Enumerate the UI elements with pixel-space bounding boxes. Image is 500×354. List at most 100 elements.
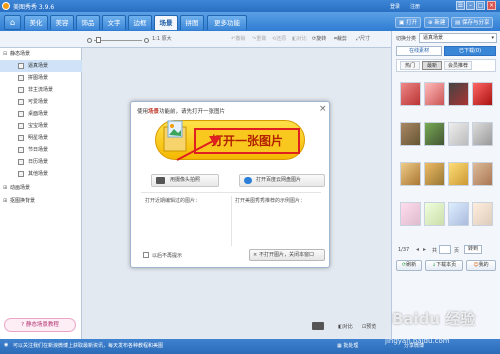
sidebar-item-cute[interactable]: 可爱场景 — [0, 96, 82, 108]
zoom-in-icon[interactable] — [144, 38, 149, 43]
login-link[interactable]: 登录 — [390, 3, 400, 10]
page-input[interactable] — [439, 245, 451, 254]
my-materials-label: 我的 — [478, 262, 489, 268]
open-button[interactable]: ▣ 打开 — [395, 17, 421, 28]
tab-downloaded[interactable]: 已下载(0) — [444, 46, 496, 56]
material-thumbnail[interactable] — [424, 122, 445, 146]
close-icon[interactable]: × — [487, 1, 496, 10]
rotate-button[interactable]: ⟳旋转 — [312, 35, 326, 44]
home-icon[interactable]: ⌂ — [4, 15, 21, 30]
dialog-close-icon[interactable]: × — [319, 104, 327, 114]
material-thumbnail[interactable] — [448, 122, 469, 146]
material-thumbnail[interactable] — [400, 202, 421, 226]
material-thumbnail[interactable] — [424, 162, 445, 186]
recent-images-label: 打开近期编辑过的图片： — [145, 198, 201, 204]
tutorial-icon: ? — [21, 322, 25, 328]
sidebar-item-label: 日历场景 — [28, 159, 49, 165]
batch-process-button[interactable]: ▦ 批处理 — [337, 342, 358, 349]
material-thumbnail[interactable] — [472, 202, 493, 226]
weibo-icon: ◉ — [4, 342, 9, 348]
category-cutout-background[interactable]: ⊞ 抠图换背景 — [0, 195, 82, 207]
save-share-button[interactable]: ▤ 保存与分享 — [451, 17, 494, 28]
maximize-icon[interactable]: □ — [476, 1, 485, 10]
register-link[interactable]: 注册 — [410, 3, 420, 10]
download-page-button[interactable]: ↓下载本页 — [425, 260, 463, 271]
material-thumbnail[interactable] — [472, 122, 493, 146]
next-page-icon[interactable]: ▸ — [423, 246, 426, 253]
sidebar-item-desktop[interactable]: 桌面场景 — [0, 108, 82, 120]
compare-button[interactable]: ◧对比 — [292, 35, 307, 44]
sidebar-item-calendar[interactable]: 日历场景 — [0, 156, 82, 168]
zoom-slider[interactable] — [94, 40, 142, 41]
material-thumbnail[interactable] — [448, 202, 469, 226]
plus-icon: ⊕ — [428, 20, 433, 26]
material-thumbnail[interactable] — [400, 162, 421, 186]
crop-button[interactable]: ⌗裁剪 — [334, 35, 347, 44]
material-thumbnail[interactable] — [472, 162, 493, 186]
prev-page-icon[interactable]: ◂ — [416, 246, 419, 253]
no-open-close-button[interactable]: × 不打开图片，关闭本窗口 — [249, 249, 325, 261]
go-page-button[interactable]: 转到 — [464, 245, 482, 254]
sidebar-item-star[interactable]: 明星场景 — [0, 132, 82, 144]
subtab-vip[interactable]: 会员推荐 — [444, 61, 472, 70]
material-thumbnail[interactable] — [472, 82, 493, 106]
tab-scene[interactable]: 场景 — [154, 15, 178, 30]
baidu-cloud-label: 打开百度云网盘图片 — [256, 177, 302, 183]
no-show-checkbox[interactable] — [143, 252, 149, 258]
sidebar-item-baby[interactable]: 宝宝场景 — [0, 120, 82, 132]
status-text[interactable]: 可以关注我们在新浪微博上获取最新资讯，每天发布各种教程和美图 — [13, 342, 163, 349]
reset-button[interactable]: ⟲还原 — [272, 35, 286, 44]
tab-text[interactable]: 文字 — [102, 15, 126, 30]
subtab-new[interactable]: 最新 — [422, 61, 442, 70]
size-button[interactable]: ⤢尺寸 — [356, 35, 370, 44]
sidebar-item-label: 节日场景 — [28, 147, 49, 153]
tutorial-button[interactable]: ? 静态场景教程 — [4, 318, 76, 332]
subtab-hot[interactable]: 热门 — [400, 61, 420, 70]
zoom-out-icon[interactable] — [87, 38, 92, 43]
expand-icon: ⊞ — [3, 198, 8, 204]
my-materials-button[interactable]: ☺我的 — [466, 260, 496, 271]
camera-label: 用摄像头拍照 — [170, 177, 201, 183]
camera-button[interactable]: 用摄像头拍照 — [151, 174, 219, 187]
tab-decoration[interactable]: 饰品 — [76, 15, 100, 30]
size-label: 尺寸 — [360, 36, 371, 42]
sidebar-item-collage[interactable]: 拼图场景 — [0, 72, 82, 84]
tab-online-materials[interactable]: 在线素材 — [396, 46, 442, 56]
tab-beautify[interactable]: 美化 — [24, 15, 48, 30]
new-label: 新建 — [434, 20, 446, 26]
material-thumbnail[interactable] — [448, 162, 469, 186]
canvas-compare-button[interactable]: ◧对比 — [338, 323, 353, 330]
red-arrow-annotation — [176, 136, 221, 161]
watermark-logo-text: Baidu 经验 — [392, 310, 476, 328]
hint-suffix: 功能前，请先打开一张图片 — [159, 109, 226, 115]
tab-border[interactable]: 边框 — [128, 15, 152, 30]
minimize-icon[interactable]: – — [466, 1, 475, 10]
canvas-preview-button[interactable]: ⊡预览 — [362, 323, 376, 330]
sidebar-item-festival[interactable]: 节日场景 — [0, 144, 82, 156]
right-panel: 切换分类 逼真场景 ▾ 在线素材 已下载(0) 热门 最新 会员推荐 1/37 … — [391, 31, 500, 339]
tab-beauty[interactable]: 美容 — [50, 15, 74, 30]
sidebar-item-realistic[interactable]: 逼真场景 — [0, 60, 82, 72]
material-thumbnail[interactable] — [424, 202, 445, 226]
skin-icon[interactable]: ☰ — [456, 1, 465, 10]
material-thumbnail[interactable] — [424, 82, 445, 106]
sidebar-item-nonmainstream[interactable]: 非主流场景 — [0, 84, 82, 96]
category-static-scene[interactable]: ⊟ 静态场景 — [0, 48, 82, 60]
new-button[interactable]: ⊕ 新建 — [424, 17, 450, 28]
category-animated-scene[interactable]: ⊞ 动画场景 — [0, 182, 82, 194]
baidu-cloud-button[interactable]: 打开百度云网盘图片 — [239, 174, 325, 187]
tab-more[interactable]: 更多功能 ▾ — [207, 15, 247, 42]
refresh-button[interactable]: ⟳刷新 — [396, 260, 422, 271]
camera-icon — [156, 177, 165, 184]
tab-collage[interactable]: 拼图 — [180, 15, 204, 30]
category-select[interactable]: 逼真场景 ▾ — [419, 33, 497, 43]
preview-toggle-icon[interactable] — [312, 322, 324, 330]
zoom-original-label[interactable]: 1:1 原大 — [152, 35, 172, 44]
redo-button[interactable]: ↷重做 — [252, 35, 266, 44]
zoom-slider-handle[interactable] — [96, 37, 101, 43]
material-thumbnail[interactable] — [400, 82, 421, 106]
undo-button[interactable]: ↶撤销 — [231, 35, 245, 44]
material-thumbnail[interactable] — [448, 82, 469, 106]
sidebar-item-other[interactable]: 其他场景 — [0, 168, 82, 180]
material-thumbnail[interactable] — [400, 122, 421, 146]
